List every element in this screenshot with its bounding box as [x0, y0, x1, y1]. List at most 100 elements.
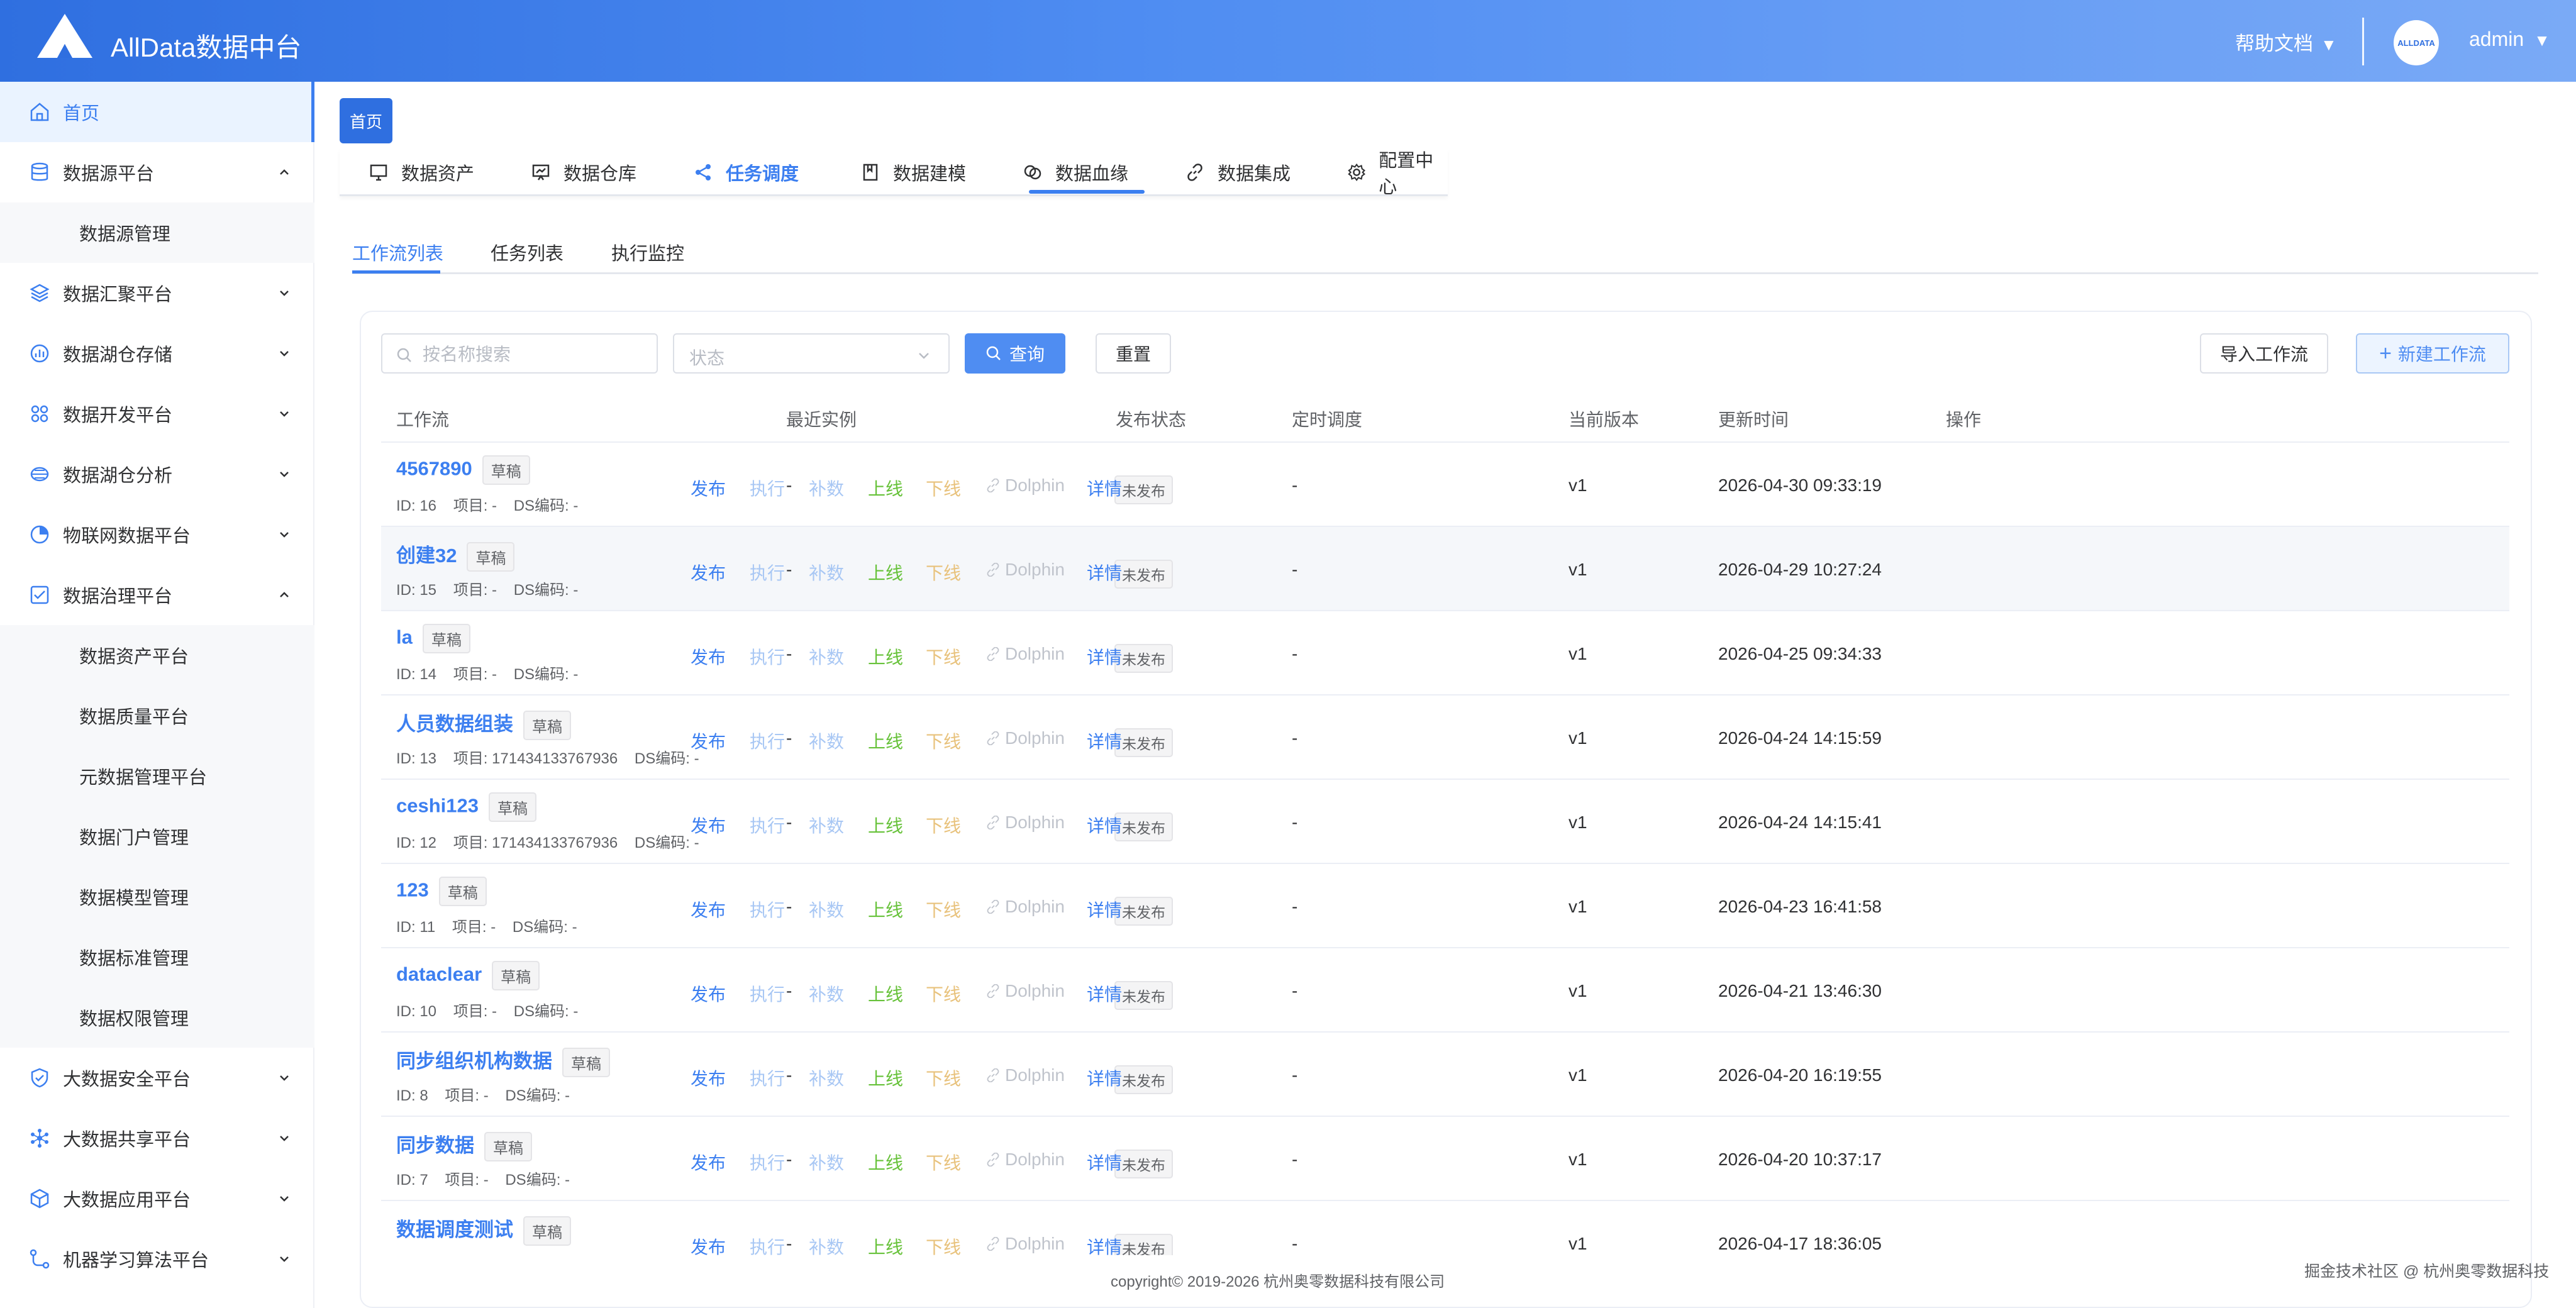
workflow-name[interactable]: 123: [396, 879, 429, 901]
workflow-name-link[interactable]: 123 草稿: [396, 877, 487, 906]
workflow-name-link[interactable]: la 草稿: [396, 624, 470, 653]
dolphin-button[interactable]: Dolphin: [986, 1065, 1065, 1085]
offline-button[interactable]: 下线: [926, 1065, 961, 1090]
backfill-button[interactable]: 补数: [809, 812, 844, 838]
run-button[interactable]: 执行: [750, 728, 785, 753]
online-button[interactable]: 上线: [868, 644, 903, 669]
backfill-button[interactable]: 补数: [809, 560, 844, 585]
run-button[interactable]: 执行: [750, 1234, 785, 1255]
offline-button[interactable]: 下线: [926, 812, 961, 838]
online-button[interactable]: 上线: [868, 812, 903, 838]
dolphin-button[interactable]: Dolphin: [986, 475, 1065, 496]
workflow-name-link[interactable]: 人员数据组装 草稿: [396, 708, 571, 741]
table-row[interactable]: 数据调度测试 草稿 - 未发布 - v1 2026-04-17 18:36:05 发布 执行 补数…: [381, 1201, 2509, 1255]
publish-button[interactable]: 发布: [691, 475, 726, 501]
detail-button[interactable]: 详情: [1087, 981, 1122, 1006]
run-button[interactable]: 执行: [750, 812, 785, 838]
publish-button[interactable]: 发布: [691, 728, 726, 753]
backfill-button[interactable]: 补数: [809, 981, 844, 1006]
backfill-button[interactable]: 补数: [809, 644, 844, 669]
table-row[interactable]: 同步数据 草稿 ID: 7 项目: - DS编码: - - 未发布 - v1 2026-04-…: [381, 1117, 2509, 1201]
online-button[interactable]: 上线: [868, 560, 903, 585]
dolphin-button[interactable]: Dolphin: [986, 728, 1065, 748]
dolphin-button[interactable]: Dolphin: [986, 1234, 1065, 1254]
workflow-name-link[interactable]: ceshi123 草稿: [396, 792, 536, 822]
table-row[interactable]: la 草稿 ID: 14 项目: - DS编码: - - 未发布 - v1 2026-04-2…: [381, 611, 2509, 696]
publish-button[interactable]: 发布: [691, 644, 726, 669]
table-row[interactable]: 创建32 草稿 ID: 15 项目: - DS编码: - - 未发布 - v1 2026-04…: [381, 527, 2509, 611]
detail-button[interactable]: 详情: [1087, 475, 1122, 501]
workflow-name[interactable]: ceshi123: [396, 795, 479, 817]
dolphin-button[interactable]: Dolphin: [986, 644, 1065, 664]
dolphin-button[interactable]: Dolphin: [986, 981, 1065, 1001]
publish-button[interactable]: 发布: [691, 812, 726, 838]
run-button[interactable]: 执行: [750, 897, 785, 922]
offline-button[interactable]: 下线: [926, 644, 961, 669]
detail-button[interactable]: 详情: [1087, 1065, 1122, 1090]
online-button[interactable]: 上线: [868, 475, 903, 501]
dolphin-button[interactable]: Dolphin: [986, 560, 1065, 580]
run-button[interactable]: 执行: [750, 560, 785, 585]
online-button[interactable]: 上线: [868, 897, 903, 922]
run-button[interactable]: 执行: [750, 475, 785, 501]
online-button[interactable]: 上线: [868, 1150, 903, 1175]
backfill-button[interactable]: 补数: [809, 1065, 844, 1090]
offline-button[interactable]: 下线: [926, 897, 961, 922]
dolphin-button[interactable]: Dolphin: [986, 812, 1065, 833]
offline-button[interactable]: 下线: [926, 1150, 961, 1175]
offline-button[interactable]: 下线: [926, 728, 961, 753]
backfill-button[interactable]: 补数: [809, 1150, 844, 1175]
table-row[interactable]: 123 草稿 ID: 11 项目: - DS编码: - - 未发布 - v1 2026-04-…: [381, 864, 2509, 948]
detail-button[interactable]: 详情: [1087, 1234, 1122, 1255]
workflow-name[interactable]: 同步组织机构数据: [396, 1050, 552, 1072]
offline-button[interactable]: 下线: [926, 560, 961, 585]
workflow-name[interactable]: 同步数据: [396, 1134, 474, 1156]
table-row[interactable]: 人员数据组装 草稿 ID: 13 项目: 171434133767936 DS编码:…: [381, 696, 2509, 780]
publish-button[interactable]: 发布: [691, 560, 726, 585]
run-button[interactable]: 执行: [750, 981, 785, 1006]
run-button[interactable]: 执行: [750, 644, 785, 669]
table-row[interactable]: 同步组织机构数据 草稿 ID: 8 项目: - DS编码: - - 未发布 - v1 2026…: [381, 1033, 2509, 1117]
workflow-name[interactable]: dataclear: [396, 963, 482, 985]
publish-button[interactable]: 发布: [691, 1150, 726, 1175]
offline-button[interactable]: 下线: [926, 981, 961, 1006]
publish-button[interactable]: 发布: [691, 897, 726, 922]
run-button[interactable]: 执行: [750, 1065, 785, 1090]
publish-button[interactable]: 发布: [691, 1234, 726, 1255]
dolphin-button[interactable]: Dolphin: [986, 897, 1065, 917]
workflow-name-link[interactable]: 同步数据 草稿: [396, 1129, 532, 1162]
workflow-name[interactable]: la: [396, 626, 413, 648]
detail-button[interactable]: 详情: [1087, 728, 1122, 753]
dolphin-button[interactable]: Dolphin: [986, 1150, 1065, 1170]
workflow-name-link[interactable]: 4567890 草稿: [396, 455, 530, 485]
workflow-name[interactable]: 人员数据组装: [396, 713, 513, 735]
workflow-name-link[interactable]: 同步组织机构数据 草稿: [396, 1045, 610, 1078]
run-button[interactable]: 执行: [750, 1150, 785, 1175]
workflow-name-link[interactable]: dataclear 草稿: [396, 961, 540, 990]
detail-button[interactable]: 详情: [1087, 644, 1122, 669]
online-button[interactable]: 上线: [868, 981, 903, 1006]
backfill-button[interactable]: 补数: [809, 897, 844, 922]
online-button[interactable]: 上线: [868, 728, 903, 753]
online-button[interactable]: 上线: [868, 1234, 903, 1255]
online-button[interactable]: 上线: [868, 1065, 903, 1090]
publish-button[interactable]: 发布: [691, 981, 726, 1006]
detail-button[interactable]: 详情: [1087, 1150, 1122, 1175]
backfill-button[interactable]: 补数: [809, 475, 844, 501]
workflow-name[interactable]: 创建32: [396, 545, 457, 567]
detail-button[interactable]: 详情: [1087, 897, 1122, 922]
backfill-button[interactable]: 补数: [809, 728, 844, 753]
detail-button[interactable]: 详情: [1087, 560, 1122, 585]
workflow-name[interactable]: 4567890: [396, 458, 472, 480]
detail-button[interactable]: 详情: [1087, 812, 1122, 838]
offline-button[interactable]: 下线: [926, 1234, 961, 1255]
table-row[interactable]: ceshi123 草稿 ID: 12 项目: 171434133767936 DS编…: [381, 780, 2509, 864]
offline-button[interactable]: 下线: [926, 475, 961, 501]
backfill-button[interactable]: 补数: [809, 1234, 844, 1255]
publish-button[interactable]: 发布: [691, 1065, 726, 1090]
workflow-name-link[interactable]: 数据调度测试 草稿: [396, 1214, 571, 1246]
table-row[interactable]: 4567890 草稿 ID: 16 项目: - DS编码: - - 未发布 - v1 2026…: [381, 443, 2509, 527]
table-row[interactable]: dataclear 草稿 ID: 10 项目: - DS编码: - - 未发布 - v1 20…: [381, 948, 2509, 1033]
workflow-name[interactable]: 数据调度测试: [396, 1219, 513, 1241]
workflow-name-link[interactable]: 创建32 草稿: [396, 540, 515, 572]
